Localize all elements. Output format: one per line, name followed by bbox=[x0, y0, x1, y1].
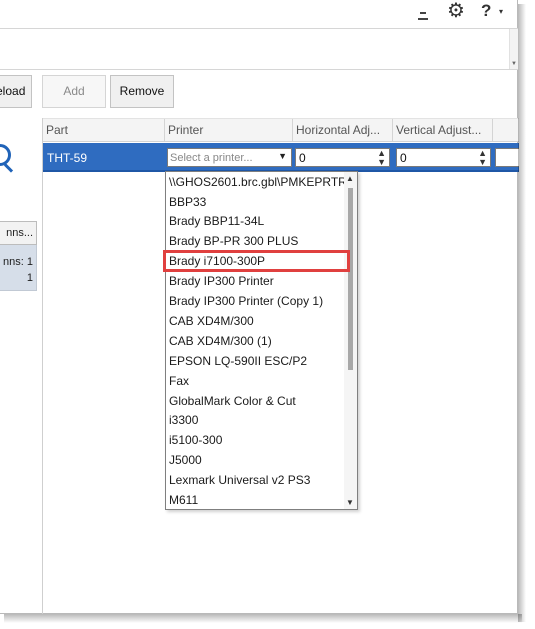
table-row[interactable]: THT-59 Select a printer... ▼ 0 ▲ ▼ 0 ▲ ▼ bbox=[43, 143, 519, 172]
dropdown-option[interactable]: M611 bbox=[166, 490, 346, 509]
remove-button[interactable]: Remove bbox=[110, 75, 174, 108]
dropdown-option[interactable]: Brady BBP11-34L bbox=[166, 211, 346, 231]
part-cell: THT-59 bbox=[47, 151, 88, 165]
dropdown-option[interactable]: GlobalMark Color & Cut bbox=[166, 391, 346, 411]
printer-select-placeholder: Select a printer... bbox=[170, 152, 253, 164]
printer-select[interactable]: Select a printer... ▼ bbox=[167, 148, 292, 167]
highlight-annotation bbox=[163, 250, 350, 272]
column-header-part[interactable]: Part bbox=[43, 119, 165, 142]
dropdown-option[interactable]: i5100-300 bbox=[166, 430, 346, 450]
scrollbar[interactable]: ▼ bbox=[509, 29, 518, 69]
vertical-adjust-stepper[interactable]: 0 ▲ ▼ bbox=[396, 148, 491, 167]
horizontal-adjust-value: 0 bbox=[299, 151, 306, 165]
dropdown-option[interactable]: J5000 bbox=[166, 450, 346, 470]
column-header-horizontal[interactable]: Horizontal Adj... bbox=[293, 119, 393, 142]
gear-icon[interactable]: ⚙ bbox=[447, 1, 465, 21]
scroll-up-icon[interactable]: ▲ bbox=[346, 174, 354, 183]
dropdown-arrow-icon[interactable]: ▼ bbox=[278, 151, 287, 161]
printer-dropdown-list[interactable]: \\GHOS2601.brc.gbl\PMKEPRTR BBP33 Brady … bbox=[165, 171, 358, 510]
scroll-down-icon[interactable]: ▼ bbox=[346, 498, 354, 507]
scrollbar-thumb[interactable] bbox=[348, 188, 353, 370]
vertical-adjust-value: 0 bbox=[400, 151, 407, 165]
help-icon[interactable]: ? bbox=[481, 2, 491, 20]
column-header-vertical[interactable]: Vertical Adjust... bbox=[393, 119, 493, 142]
dropdown-option[interactable]: BBP33 bbox=[166, 192, 346, 212]
left-panel-header[interactable]: nns... bbox=[0, 221, 37, 245]
dropdown-option[interactable]: Fax bbox=[166, 371, 346, 391]
dropdown-option[interactable]: i3300 bbox=[166, 410, 346, 430]
dropdown-option[interactable]: EPSON LQ-590II ESC/P2 bbox=[166, 351, 346, 371]
spin-down-icon[interactable]: ▼ bbox=[478, 157, 487, 167]
column-header-printer[interactable]: Printer bbox=[165, 119, 293, 142]
grid-header: Part Printer Horizontal Adj... Vertical … bbox=[43, 118, 519, 142]
horizontal-adjust-stepper[interactable]: 0 ▲ ▼ bbox=[295, 148, 390, 167]
chevron-down-icon[interactable]: ▼ bbox=[511, 61, 517, 67]
dropdown-option[interactable]: Lexmark Universal v2 PS3 bbox=[166, 470, 346, 490]
dropdown-scrollbar[interactable]: ▲ ▼ bbox=[344, 172, 357, 509]
dropdown-option[interactable]: Brady IP300 Printer (Copy 1) bbox=[166, 291, 346, 311]
window-shadow bbox=[518, 4, 526, 622]
filter-icon[interactable] bbox=[418, 9, 428, 23]
dropdown-option[interactable]: CAB XD4M/300 bbox=[166, 311, 346, 331]
dropdown-option[interactable]: CAB XD4M/300 (1) bbox=[166, 331, 346, 351]
spin-down-icon[interactable]: ▼ bbox=[377, 157, 386, 167]
add-button[interactable]: Add bbox=[42, 75, 106, 108]
chevron-down-icon[interactable]: ▾ bbox=[499, 7, 503, 16]
extra-cell-input[interactable] bbox=[495, 148, 519, 167]
reload-button[interactable]: eload bbox=[0, 75, 32, 108]
left-panel-text: nns: 1 bbox=[3, 256, 33, 268]
search-strip[interactable]: ▼ bbox=[0, 28, 518, 70]
left-panel-text: 1 bbox=[26, 272, 33, 284]
dropdown-option[interactable]: Brady IP300 Printer bbox=[166, 271, 346, 291]
top-bar: ⚙ ? ▾ bbox=[0, 0, 518, 28]
window-shadow bbox=[4, 614, 522, 623]
dropdown-option[interactable]: Brady BP-PR 300 PLUS bbox=[166, 231, 346, 251]
dropdown-option[interactable]: \\GHOS2601.brc.gbl\PMKEPRTR bbox=[166, 172, 346, 192]
search-icon[interactable] bbox=[0, 143, 20, 173]
